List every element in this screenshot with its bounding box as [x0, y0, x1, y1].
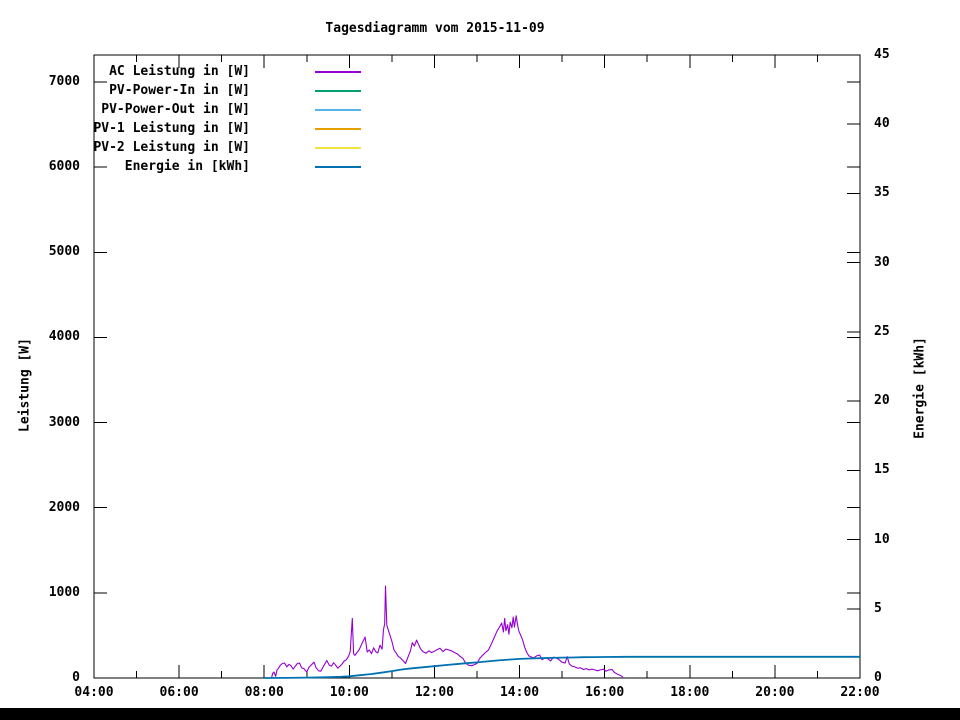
y2-axis-tick-label: 10 [874, 531, 890, 547]
legend-label: PV-Power-Out in [W] [101, 102, 250, 117]
legend: AC Leistung in [W] PV-Power-In in [W] PV… [20, 62, 361, 176]
legend-item-ac-leistung: AC Leistung in [W] [20, 62, 361, 81]
legend-item-pv-power-out: PV-Power-Out in [W] [20, 100, 361, 119]
y2-axis-tick-label: 15 [874, 462, 890, 478]
x-axis-tick-label: 16:00 [585, 685, 625, 700]
legend-label: PV-Power-In in [W] [109, 83, 250, 98]
legend-line-sample [315, 70, 361, 73]
bottom-bar [0, 708, 960, 720]
legend-line-sample [315, 89, 361, 92]
x-axis-tick-label: 04:00 [74, 685, 114, 700]
legend-label: PV-2 Leistung in [W] [93, 140, 250, 155]
chart-window: Tagesdiagramm vom 2015-11-09 Leistung [W… [0, 0, 960, 720]
legend-line-sample [315, 146, 361, 149]
y2-axis-tick-label: 30 [874, 254, 890, 270]
legend-item-pv2-leistung: PV-2 Leistung in [W] [20, 138, 361, 157]
legend-label: AC Leistung in [W] [109, 64, 250, 79]
x-axis-tick-label: 12:00 [414, 685, 454, 700]
legend-line-sample [315, 127, 361, 130]
y-axis-tick-label: 0 [72, 670, 80, 685]
x-axis-tick-label: 06:00 [159, 685, 199, 700]
y2-axis-tick-label: 45 [874, 47, 890, 62]
y2-axis-tick-label: 40 [874, 116, 890, 132]
legend-label: Energie in [kWh] [124, 159, 250, 174]
y-axis-tick-label: 3000 [48, 414, 80, 430]
y2-axis-tick-label: 5 [874, 600, 882, 616]
legend-item-energie: Energie in [kWh] [20, 157, 361, 176]
legend-label: PV-1 Leistung in [W] [93, 121, 250, 136]
y2-axis-tick-label: 35 [874, 185, 890, 201]
legend-item-pv1-leistung: PV-1 Leistung in [W] [20, 119, 361, 138]
y2-axis-tick-label: 0 [874, 670, 882, 685]
x-axis-tick-label: 10:00 [329, 685, 369, 700]
x-axis-tick-label: 18:00 [670, 685, 710, 700]
x-axis-tick-label: 14:00 [499, 685, 540, 700]
legend-item-pv-power-in: PV-Power-In in [W] [20, 81, 361, 100]
legend-line-sample [315, 108, 361, 111]
y2-axis-tick-label: 25 [874, 323, 890, 339]
x-axis-tick-label: 20:00 [755, 685, 795, 700]
x-axis-tick-label: 08:00 [244, 685, 284, 700]
legend-line-sample [315, 165, 361, 168]
y-axis-tick-label: 2000 [48, 499, 80, 515]
y-axis-tick-label: 1000 [48, 584, 80, 600]
y-axis-tick-label: 4000 [48, 329, 80, 345]
x-axis-tick-label: 22:00 [840, 685, 880, 700]
y-axis-tick-label: 5000 [48, 244, 80, 260]
y2-axis-tick-label: 20 [874, 393, 890, 409]
